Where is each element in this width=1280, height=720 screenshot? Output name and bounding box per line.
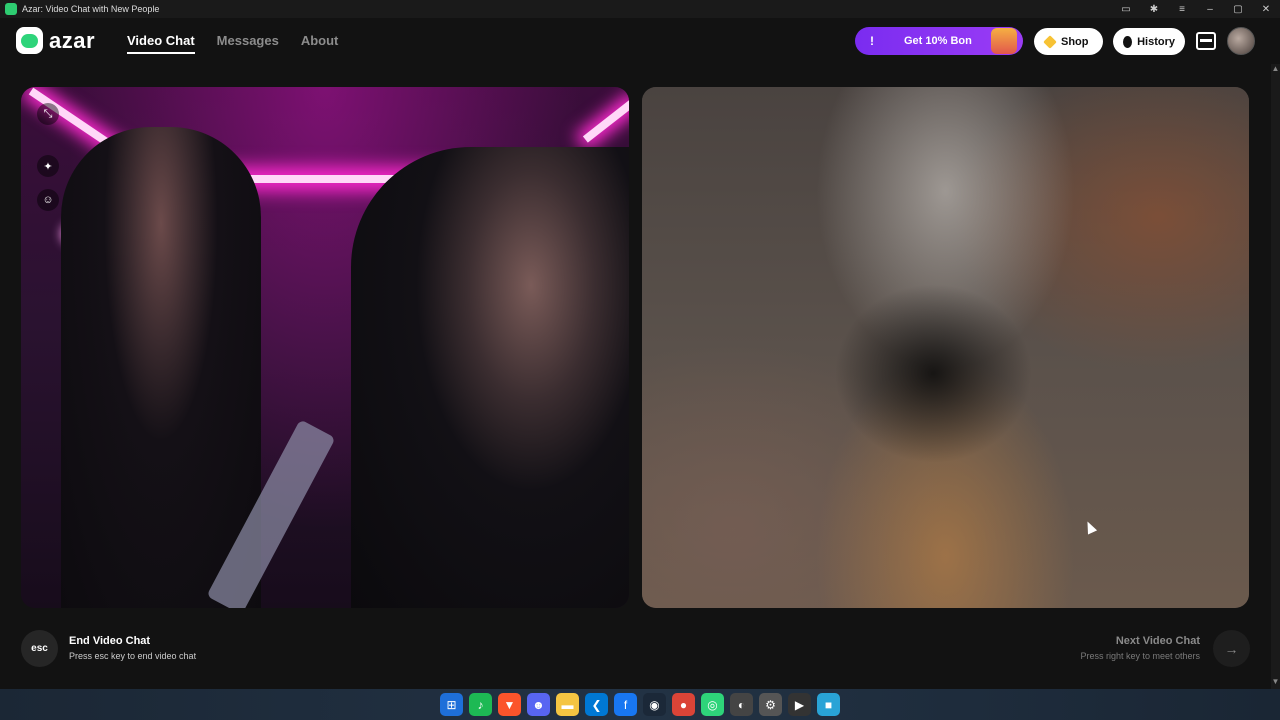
azar-logo-icon <box>16 27 43 54</box>
end-chat-hint: Press esc key to end video chat <box>69 651 197 661</box>
facebook-icon[interactable]: f <box>614 693 637 716</box>
clock-icon <box>1123 35 1133 48</box>
window-title: Azar: Video Chat with New People <box>22 4 160 14</box>
blurred-partner-video <box>642 87 1249 608</box>
inbox-icon[interactable] <box>1196 32 1216 50</box>
scrollbar[interactable] <box>1271 64 1280 689</box>
gem-icon <box>1043 34 1057 49</box>
app2-icon[interactable]: ■ <box>817 693 840 716</box>
app-header: azar Video Chat Messages About ! Get 10%… <box>0 18 1280 64</box>
main-nav: Video Chat Messages About <box>127 33 338 54</box>
promo-alert-mark: ! <box>870 34 874 48</box>
minimize-button[interactable]: – <box>1196 0 1224 18</box>
next-chat-title: Next Video Chat <box>1115 635 1200 647</box>
scroll-down-icon[interactable]: ▼ <box>1271 677 1280 686</box>
spotify-icon[interactable]: ♪ <box>469 693 492 716</box>
azar-app-icon <box>5 3 17 15</box>
os-taskbar: ⊞ ♪ ▼ ☻ ▬ ❮ f ◉ ● ◎ ◐ ⚙ ▶ ■ <box>0 689 1280 720</box>
shop-button[interactable]: Shop <box>1034 28 1103 55</box>
app-icon[interactable]: ◐ <box>730 693 753 716</box>
magic-wand-icon[interactable]: ✦ <box>37 155 59 177</box>
nav-messages[interactable]: Messages <box>217 33 279 54</box>
next-chat-hint: Press right key to meet others <box>1080 651 1200 661</box>
shop-label: Shop <box>1061 35 1089 48</box>
extensions-icon[interactable]: ✱ <box>1140 0 1168 18</box>
face-filter-icon[interactable]: ☺ <box>37 189 59 211</box>
chat-controls-footer: esc End Video Chat Press esc key to end … <box>0 624 1280 672</box>
windows-icon[interactable]: ⊞ <box>440 693 463 716</box>
history-label: History <box>1137 35 1175 48</box>
person-silhouette <box>351 147 629 608</box>
maximize-button[interactable]: ▢ <box>1224 0 1252 18</box>
cast-icon[interactable]: ▭ <box>1112 0 1140 18</box>
settings-icon[interactable]: ⚙ <box>759 693 782 716</box>
user-avatar[interactable] <box>1227 27 1255 55</box>
vscode-icon[interactable]: ❮ <box>585 693 608 716</box>
promo-label: Get 10% Bon <box>904 35 972 47</box>
partner-video-panel <box>642 87 1249 608</box>
close-button[interactable]: ✕ <box>1252 0 1280 18</box>
end-chat-title: End Video Chat <box>69 635 151 647</box>
taskbar-icons: ⊞ ♪ ▼ ☻ ▬ ❮ f ◉ ● ◎ ◐ ⚙ ▶ ■ <box>440 693 840 716</box>
chrome-icon[interactable]: ● <box>672 693 695 716</box>
scroll-up-icon[interactable]: ▲ <box>1271 64 1280 73</box>
self-video-panel: ⤡ ✦ ☺ <box>21 87 629 608</box>
discord-icon[interactable]: ☻ <box>527 693 550 716</box>
brave-icon[interactable]: ▼ <box>498 693 521 716</box>
minimize-video-icon[interactable]: ⤡ <box>37 103 59 125</box>
azar-logo[interactable]: azar <box>16 27 95 54</box>
nav-about[interactable]: About <box>301 33 339 54</box>
nav-video-chat[interactable]: Video Chat <box>127 33 195 54</box>
promo-banner-button[interactable]: ! Get 10% Bon <box>855 27 1023 55</box>
menu-icon[interactable]: ≡ <box>1168 0 1196 18</box>
files-icon[interactable]: ▬ <box>556 693 579 716</box>
azar-taskbar-icon[interactable]: ◎ <box>701 693 724 716</box>
logo-text: azar <box>49 27 96 53</box>
next-chat-button[interactable]: → <box>1213 630 1250 667</box>
media-icon[interactable]: ▶ <box>788 693 811 716</box>
end-chat-button[interactable]: esc <box>21 630 58 667</box>
steam-icon[interactable]: ◉ <box>643 693 666 716</box>
gift-icon <box>991 28 1017 54</box>
history-button[interactable]: History <box>1113 28 1185 55</box>
window-titlebar: Azar: Video Chat with New People ▭ ✱ ≡ –… <box>0 0 1280 18</box>
person-silhouette <box>61 127 261 608</box>
